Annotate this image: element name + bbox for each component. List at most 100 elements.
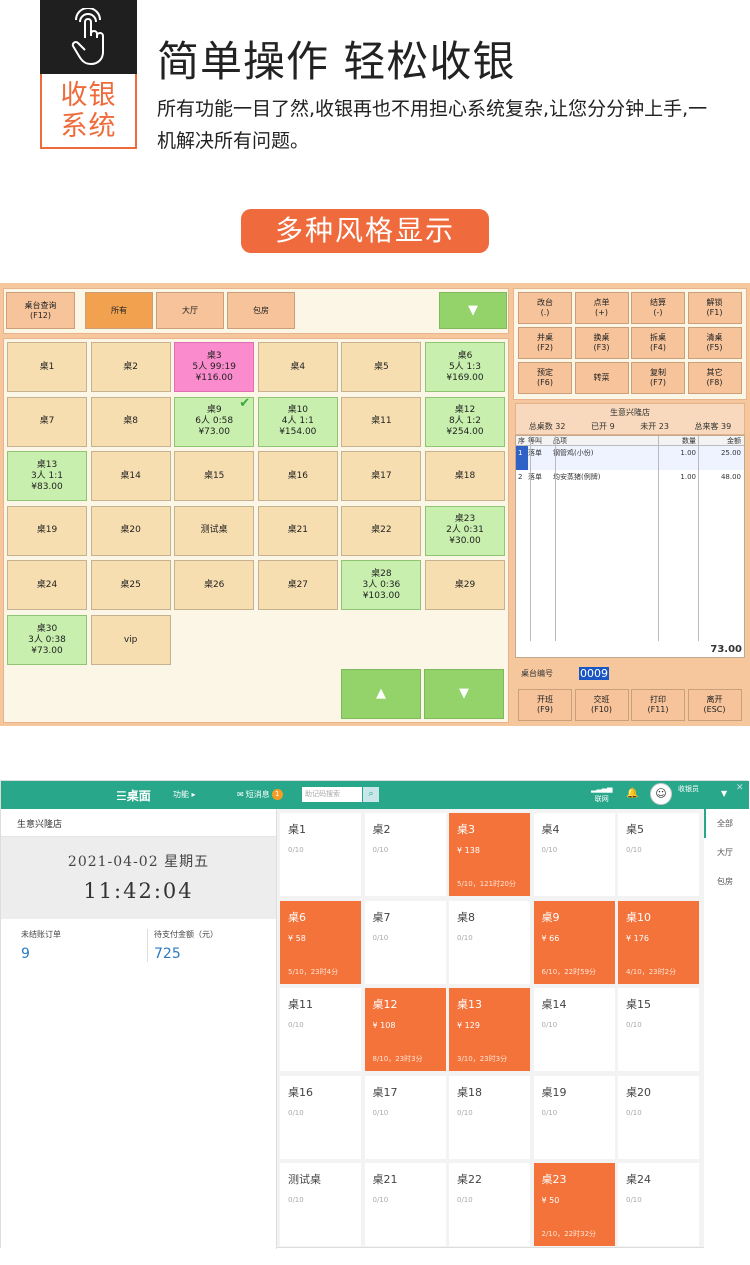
shift-button[interactable]: 打印 (F11): [631, 689, 685, 721]
bell-icon[interactable]: 🔔: [626, 788, 638, 799]
table-tile[interactable]: 桌7: [7, 396, 87, 447]
function-button[interactable]: 复制 (F7): [631, 362, 685, 394]
desktop-menu[interactable]: ☰桌面: [116, 787, 151, 804]
tab-all[interactable]: 所有: [85, 292, 153, 329]
table-tile[interactable]: 桌3 5人 99:19 ¥116.00: [174, 342, 255, 392]
table-tile[interactable]: 桌1: [7, 342, 87, 392]
scroll-up-button[interactable]: ▲: [341, 669, 421, 719]
table-tile[interactable]: 桌25: [90, 560, 171, 611]
table-query-button[interactable]: 桌台查询 (F12): [6, 292, 75, 329]
table-tile[interactable]: 桌5: [341, 342, 422, 392]
function-button[interactable]: 转菜: [574, 362, 629, 394]
table-tile[interactable]: 桌26: [174, 560, 255, 611]
table-tile[interactable]: 桌2: [90, 342, 171, 392]
table-tile[interactable]: 桌21: [257, 505, 338, 556]
table-tile[interactable]: 桌6 5人 1:3 ¥169.00: [425, 342, 505, 392]
function-button[interactable]: 改台 (.): [518, 292, 572, 324]
table-tile-modern[interactable]: 桌9 ¥ 66 6/10，22时59分: [533, 900, 615, 984]
search-input[interactable]: 助记码搜索: [302, 787, 362, 802]
user-name[interactable]: 收银员: [678, 784, 699, 794]
function-button[interactable]: 清桌 (F5): [687, 327, 742, 359]
table-tile-modern[interactable]: 桌10 ¥ 176 4/10，23时2分: [618, 900, 699, 984]
table-status: 0/10: [372, 1196, 389, 1204]
function-button[interactable]: 并桌 (F2): [518, 327, 572, 359]
table-tile[interactable]: 桌11: [341, 396, 422, 447]
scroll-down-button[interactable]: ▼: [439, 292, 507, 329]
kpi-unsettled: 未结账订单 9: [21, 930, 61, 962]
function-button[interactable]: 换桌 (F3): [574, 327, 629, 359]
table-tile-modern[interactable]: 桌23 ¥ 50 2/10，22时32分: [533, 1163, 615, 1246]
table-tile[interactable]: 桌29: [425, 560, 505, 611]
table-tile[interactable]: 桌8: [90, 396, 171, 447]
table-tile[interactable]: 测试桌: [174, 505, 255, 556]
table-tile-modern[interactable]: 桌13 ¥ 129 3/10，23时3分: [449, 988, 530, 1071]
order-row[interactable]: 2 落单 均安蒸猪(例牌) 1.00 48.00: [516, 470, 744, 494]
table-tile-modern[interactable]: 桌18 0/10: [449, 1075, 530, 1159]
function-button[interactable]: 结算 (-): [631, 292, 685, 324]
table-tile-modern[interactable]: 桌14 0/10: [533, 988, 615, 1071]
table-number-input[interactable]: 0009: [579, 666, 609, 680]
sms-button[interactable]: ✉ 短消息 1: [237, 789, 283, 800]
table-tile[interactable]: 桌20: [90, 505, 171, 556]
table-detail: 5人 99:19: [192, 361, 236, 372]
table-tile[interactable]: 桌22: [341, 505, 422, 556]
table-tile-modern[interactable]: 桌15 0/10: [618, 988, 699, 1071]
function-menu[interactable]: 功能 ▸: [173, 789, 196, 800]
chevron-down-icon[interactable]: ▼: [721, 789, 727, 798]
table-tile-modern[interactable]: 桌4 0/10: [533, 813, 615, 896]
tab-room[interactable]: 包房: [227, 292, 295, 329]
area-room[interactable]: 包房: [704, 867, 749, 896]
tab-hall[interactable]: 大厅: [156, 292, 224, 329]
table-tile[interactable]: 桌23 2人 0:31 ¥30.00: [425, 505, 505, 556]
table-tile-modern[interactable]: 桌7 0/10: [364, 900, 446, 984]
table-tile[interactable]: 桌15: [174, 451, 255, 502]
function-button[interactable]: 其它 (F8): [687, 362, 742, 394]
table-tile[interactable]: 桌13 3人 1:1 ¥83.00: [7, 451, 87, 502]
table-tile-modern[interactable]: 桌2 0/10: [364, 813, 446, 896]
table-tile[interactable]: 桌24: [7, 560, 87, 611]
table-tile-modern[interactable]: 桌5 0/10: [618, 813, 699, 896]
table-tile-modern[interactable]: 桌20 0/10: [618, 1075, 699, 1159]
table-tile-modern[interactable]: 桌8 0/10: [449, 900, 530, 984]
function-button[interactable]: 解锁 (F1): [687, 292, 742, 324]
table-tile-modern[interactable]: 桌12 ¥ 108 8/10，23时3分: [364, 988, 446, 1071]
table-tile[interactable]: 桌27: [257, 560, 338, 611]
shift-button[interactable]: 离开 (ESC): [687, 689, 742, 721]
table-tile-modern[interactable]: 测试桌 0/10: [280, 1163, 361, 1246]
close-icon[interactable]: ✕: [736, 783, 744, 793]
table-tile[interactable]: 桌14: [90, 451, 171, 502]
function-button[interactable]: 拆桌 (F4): [631, 327, 685, 359]
function-button[interactable]: 预定 (F6): [518, 362, 572, 394]
table-tile-modern[interactable]: 桌3 ¥ 138 5/10，121时20分: [449, 813, 530, 896]
shift-button[interactable]: 交班 (F10): [574, 689, 629, 721]
area-hall[interactable]: 大厅: [704, 838, 749, 867]
table-tile[interactable]: 桌9 6人 0:58 ¥73.00 ✔: [174, 396, 255, 447]
table-tile[interactable]: 桌4: [257, 342, 338, 392]
table-tile-modern[interactable]: 桌6 ¥ 58 5/10，23时4分: [280, 900, 361, 984]
table-tile[interactable]: 桌18: [425, 451, 505, 502]
table-tile[interactable]: 桌12 8人 1:2 ¥254.00: [425, 396, 505, 447]
table-tile[interactable]: 桌19: [7, 505, 87, 556]
area-all[interactable]: 全部: [704, 809, 749, 838]
table-tile-modern[interactable]: 桌17 0/10: [364, 1075, 446, 1159]
table-tile-modern[interactable]: 桌16 0/10: [280, 1075, 361, 1159]
table-tile-modern[interactable]: 桌24 0/10: [618, 1163, 699, 1246]
table-tile[interactable]: 桌17: [341, 451, 422, 502]
table-tile-modern[interactable]: 桌11 0/10: [280, 988, 361, 1071]
table-tile-modern[interactable]: 桌21 0/10: [364, 1163, 446, 1246]
table-tile[interactable]: 桌28 3人 0:36 ¥103.00: [341, 560, 422, 611]
table-tile-modern[interactable]: 桌22 0/10: [449, 1163, 530, 1246]
table-tile[interactable]: 桌30 3人 0:38 ¥73.00: [7, 615, 87, 665]
order-row[interactable]: 1 落单 钢管鸡(小份) 1.00 25.00: [516, 446, 744, 470]
avatar[interactable]: ☺: [650, 783, 672, 805]
scroll-down-button-bottom[interactable]: ▼: [424, 669, 504, 719]
search-icon[interactable]: ⌕: [363, 787, 379, 802]
table-tile[interactable]: vip: [90, 615, 171, 665]
function-button[interactable]: 点单 (+): [574, 292, 629, 324]
table-name: 桌24: [626, 1173, 651, 1186]
table-tile[interactable]: 桌10 4人 1:1 ¥154.00: [257, 396, 338, 447]
table-tile-modern[interactable]: 桌1 0/10: [280, 813, 361, 896]
table-tile[interactable]: 桌16: [257, 451, 338, 502]
table-tile-modern[interactable]: 桌19 0/10: [533, 1075, 615, 1159]
shift-button[interactable]: 开班 (F9): [518, 689, 572, 721]
